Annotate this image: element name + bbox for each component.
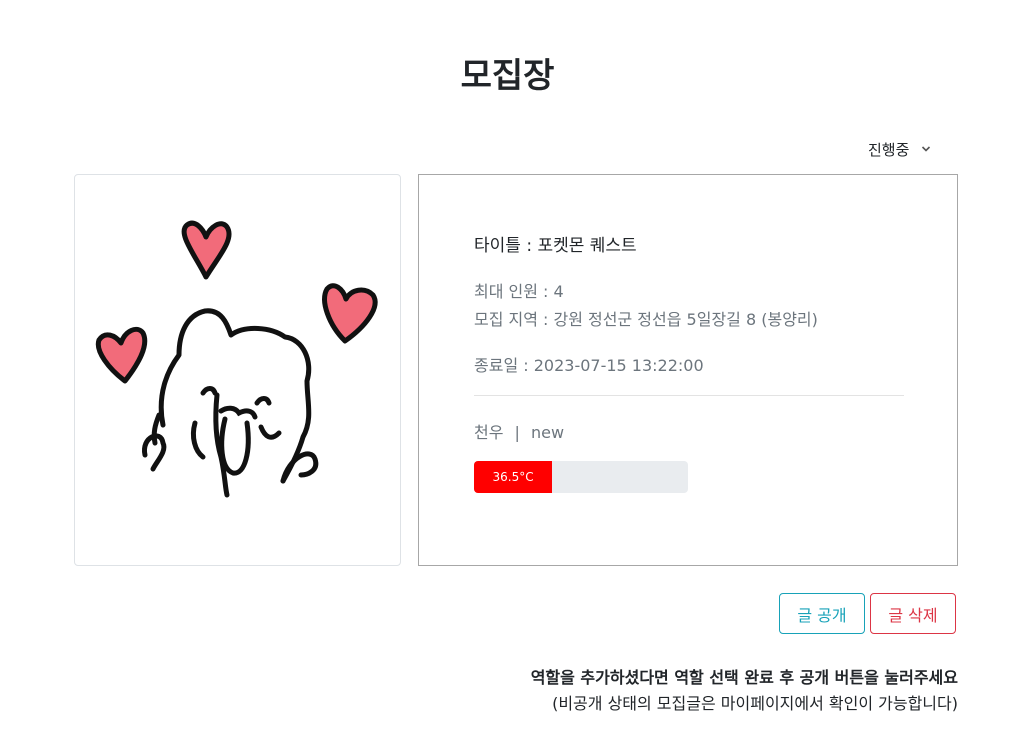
recruit-page: 모집장 진행중 타이틀: 포켓몬 퀘스트 최대 인원: 4 모집 지역: … [0,0,1015,742]
status-select[interactable]: 진행중 [868,136,958,162]
post-max-members: 최대 인원 : 4 [474,282,564,301]
author-line: 천우 | new [474,419,564,443]
chevron-down-icon [922,146,931,152]
post-title: 타이틀 : 포켓몬 퀘스트 [474,236,637,256]
heart-icon [322,283,378,344]
info-divider [474,395,904,396]
notice-primary: 역할을 추가하셨다면 역할 선택 완료 후 공개 버튼을 눌러주세요 [530,668,958,687]
temperature-progress-fill: 36.5°C [474,461,553,493]
page-title: 모집장 [460,56,555,96]
post-end-date: 종료일 : 2023-07-15 13:22:00 [474,356,704,375]
heart-icon [181,220,232,280]
post-region: 모집 지역 : 강원 정선군 정선읍 5일장길 8 (봉양리) [474,310,818,329]
delete-post-button[interactable]: 글 삭제 [870,593,956,634]
notice-secondary: (비공개 상태의 모집글은 마이페이지에서 확인이 가능합니다) [552,694,958,713]
author-separator: | [514,423,520,442]
bear-hearts-illustration [95,220,378,498]
author-tag: new [531,423,565,442]
post-image-card [74,174,401,566]
status-selected-label: 진행중 [868,140,910,159]
author-name[interactable]: 천우 [474,423,503,442]
publish-post-button[interactable]: 글 공개 [779,593,865,634]
temperature-progress-bar: 36.5°C [474,461,688,493]
post-info-card: 타이틀 : 포켓몬 퀘스트 최대 인원 : 4 모집 지역 : 강원 정선군 정… [418,174,958,566]
heart-icon [95,326,148,384]
temperature-label: 36.5°C [492,470,534,484]
